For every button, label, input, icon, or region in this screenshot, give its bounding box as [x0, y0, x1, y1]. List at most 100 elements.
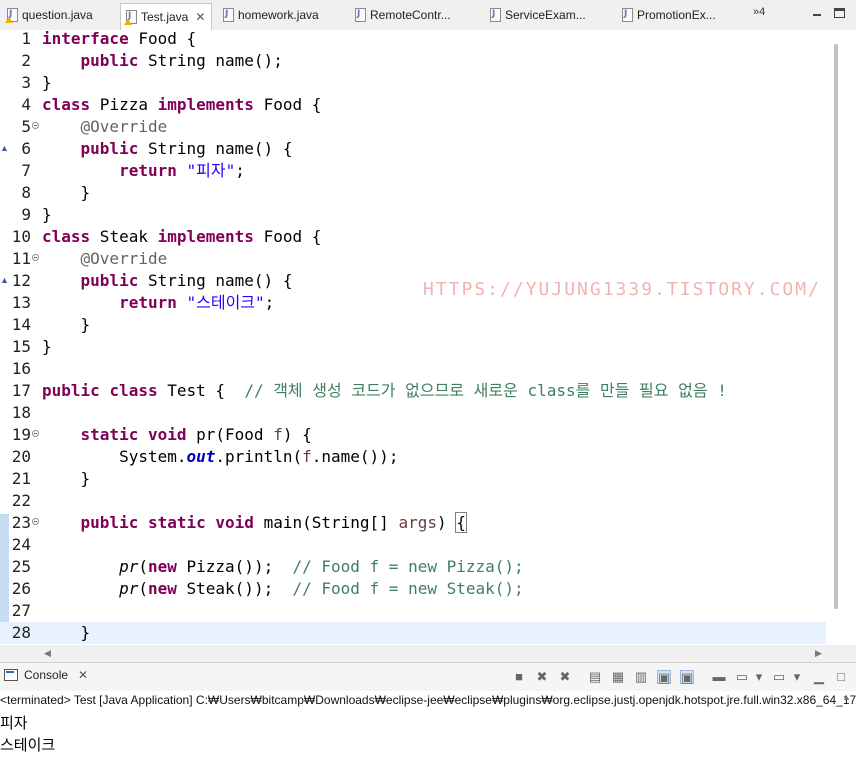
fold-toggle-icon[interactable]	[32, 122, 39, 129]
code-line[interactable]: 24	[0, 534, 826, 556]
code-line[interactable]: 11 @Override	[0, 248, 826, 270]
tab-remotecontr[interactable]: RemoteContr...	[350, 3, 482, 27]
close-icon[interactable]: ✕	[78, 668, 88, 682]
code-line[interactable]: 25 pr(new Pizza()); // Food f = new Pizz…	[0, 556, 826, 578]
remove-all-icon[interactable]: ✖	[558, 670, 572, 684]
code-text[interactable]: public String name() {	[42, 138, 293, 160]
code-text[interactable]: class Steak implements Food {	[42, 226, 321, 248]
line-number: 14	[11, 315, 31, 334]
code-line[interactable]: 10 class Steak implements Food {	[0, 226, 826, 248]
code-line[interactable]: 2 public String name();	[0, 50, 826, 72]
code-line[interactable]: 15}	[0, 336, 826, 358]
code-text[interactable]: pr(new Steak()); // Food f = new Steak()…	[42, 578, 524, 600]
tab-label: PromotionEx...	[637, 8, 716, 22]
code-text[interactable]: @Override	[42, 248, 168, 270]
code-text[interactable]: public class Test { // 객체 생성 코드가 없으므로 새로…	[42, 380, 727, 402]
code-line[interactable]: 23 public static void main(String[] args…	[0, 512, 826, 534]
show-on-output-icon[interactable]: ▣	[657, 670, 671, 685]
java-file-icon	[489, 8, 501, 22]
scroll-left-icon[interactable]: ◀	[44, 648, 51, 659]
code-text[interactable]: public String name() {	[42, 270, 293, 292]
tab-promotionex[interactable]: PromotionEx...	[617, 3, 747, 27]
tab-question-java[interactable]: question.java	[2, 3, 116, 27]
override-marker-icon[interactable]: ▲	[0, 143, 9, 153]
tab-serviceexam[interactable]: ServiceExam...	[485, 3, 615, 27]
line-number: 25	[11, 557, 31, 576]
horizontal-scrollbar[interactable]: ◀ ▶	[0, 645, 856, 662]
code-line[interactable]: 1 interface Food {	[0, 28, 826, 50]
code-line[interactable]: 3}	[0, 72, 826, 94]
code-text[interactable]: return "스테이크";	[42, 292, 274, 314]
code-line[interactable]: 20 System.out.println(f.name());	[0, 446, 826, 468]
code-text[interactable]: public String name();	[42, 50, 283, 72]
code-text[interactable]: System.out.println(f.name());	[42, 446, 398, 468]
console-tab[interactable]: Console ✕	[4, 668, 88, 682]
code-text[interactable]: static void pr(Food f) {	[42, 424, 312, 446]
code-text[interactable]: interface Food {	[42, 28, 196, 50]
code-line[interactable]: 7 return "피자";	[0, 160, 826, 182]
code-text[interactable]: return "피자";	[42, 160, 245, 182]
code-text[interactable]: }	[42, 468, 91, 490]
code-line[interactable]: 16	[0, 358, 826, 380]
code-line[interactable]: 14 }	[0, 314, 826, 336]
code-text[interactable]: }	[42, 72, 52, 94]
code-text[interactable]: }	[42, 622, 91, 644]
code-editor[interactable]: 1 interface Food {2 public String name();…	[0, 28, 856, 662]
pin-console-icon[interactable]: ▬	[712, 670, 726, 684]
tab-homework-java[interactable]: homework.java	[218, 3, 346, 27]
code-line[interactable]: 6 ▲ public String name() {	[0, 138, 826, 160]
code-line[interactable]: 9}	[0, 204, 826, 226]
tab-label: question.java	[22, 8, 93, 22]
line-number: 22	[11, 491, 31, 510]
word-wrap-icon[interactable]: ▥	[634, 670, 648, 684]
code-text[interactable]: }	[42, 314, 91, 336]
chevron-down-icon[interactable]: ▾	[752, 670, 766, 684]
fold-toggle-icon[interactable]	[32, 430, 39, 437]
code-line[interactable]: 22	[0, 490, 826, 512]
tab-label: ServiceExam...	[505, 8, 586, 22]
console-output-line: 피자	[0, 714, 28, 732]
java-file-icon	[354, 8, 366, 22]
code-text[interactable]: @Override	[42, 116, 168, 138]
scrollbar-thumb[interactable]	[834, 44, 838, 609]
maximize-icon[interactable]	[834, 8, 845, 18]
java-file-warning-icon	[5, 8, 18, 23]
terminate-icon[interactable]: ■	[512, 670, 526, 684]
open-console-icon[interactable]: ▭	[772, 670, 786, 684]
code-line[interactable]: 5 @Override	[0, 116, 826, 138]
code-line[interactable]: 8 }	[0, 182, 826, 204]
code-line[interactable]: 27	[0, 600, 826, 622]
fold-toggle-icon[interactable]	[32, 518, 39, 525]
code-line[interactable]: 28 }	[0, 622, 826, 644]
code-line[interactable]: 18	[0, 402, 826, 424]
code-line[interactable]: 19 static void pr(Food f) {	[0, 424, 826, 446]
code-line[interactable]: 17 public class Test { // 객체 생성 코드가 없으므로 …	[0, 380, 826, 402]
code-line[interactable]: 4 class Pizza implements Food {	[0, 94, 826, 116]
override-marker-icon[interactable]: ▲	[0, 275, 9, 285]
code-text[interactable]: }	[42, 204, 52, 226]
code-text[interactable]: public static void main(String[] args) {	[42, 512, 467, 534]
show-on-error-icon[interactable]: ▣	[680, 670, 694, 685]
code-text[interactable]: }	[42, 182, 91, 204]
code-text[interactable]: }	[42, 336, 52, 358]
chevron-down-icon[interactable]: ▾	[790, 670, 804, 684]
code-text[interactable]: pr(new Pizza()); // Food f = new Pizza()…	[42, 556, 524, 578]
vertical-scrollbar[interactable]	[826, 30, 856, 645]
clear-console-icon[interactable]: ▤	[588, 670, 602, 684]
close-icon[interactable]: ✕	[195, 10, 205, 24]
maximize-icon[interactable]: □	[834, 670, 848, 684]
scroll-right-icon[interactable]: ▶	[815, 648, 822, 659]
minimize-icon[interactable]	[812, 8, 824, 18]
code-text[interactable]: class Pizza implements Food {	[42, 94, 321, 116]
minimize-icon[interactable]: ▁	[812, 670, 826, 684]
code-line[interactable]: 21 }	[0, 468, 826, 490]
more-tabs-chevron[interactable]: »4	[753, 6, 765, 18]
tab-test-java[interactable]: Test.java ✕	[120, 3, 212, 30]
fold-toggle-icon[interactable]	[32, 254, 39, 261]
remove-launch-icon[interactable]: ✖	[535, 670, 549, 684]
scroll-up-icon[interactable]: ▲	[842, 692, 851, 702]
code-line[interactable]: 26 pr(new Steak()); // Food f = new Stea…	[0, 578, 826, 600]
display-console-icon[interactable]: ▭	[735, 670, 749, 684]
scroll-lock-icon[interactable]: ▦	[611, 670, 625, 684]
line-number: 4	[21, 95, 31, 114]
